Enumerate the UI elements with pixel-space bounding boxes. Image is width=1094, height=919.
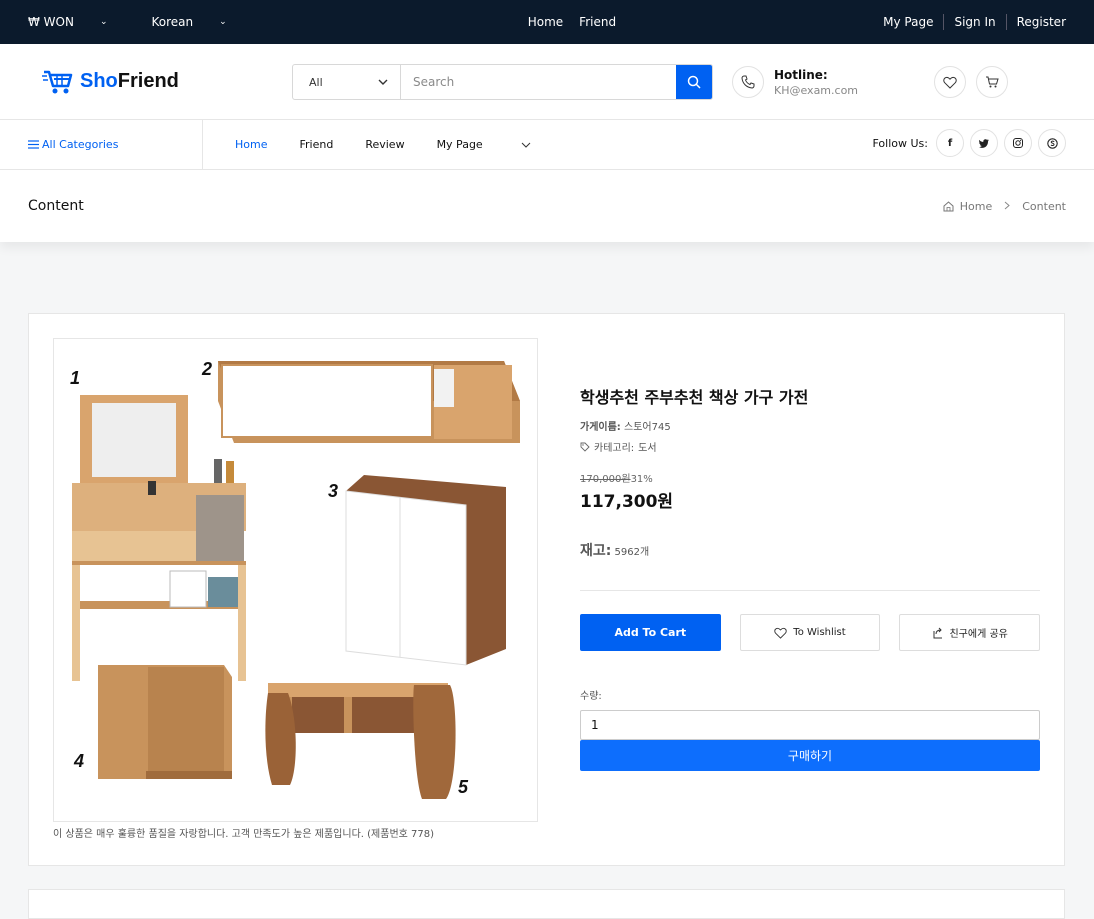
instagram-icon[interactable]: [1004, 129, 1032, 157]
top-link-home[interactable]: Home: [528, 15, 563, 29]
logo-text-part2: Friend: [117, 69, 179, 92]
nav-link-home[interactable]: Home: [235, 138, 267, 151]
divider: [580, 590, 1040, 591]
chevron-down-icon: ⌄: [99, 17, 108, 27]
skype-icon[interactable]: [1038, 129, 1066, 157]
search-button[interactable]: [676, 65, 712, 99]
cart-logo-icon: [42, 70, 73, 94]
search-category-label: All: [309, 75, 323, 89]
share-label: 친구에게 공유: [949, 629, 1008, 640]
top-bar: ₩ WON ⌄ Korean ⌄ Home Friend My Page Sign …: [0, 0, 1094, 44]
heart-icon: [774, 627, 787, 639]
all-categories-label: All Categories: [42, 138, 119, 151]
chevron-down-icon: [521, 142, 531, 148]
image-label-5: 5: [458, 777, 469, 797]
quantity-input[interactable]: 1: [580, 710, 1040, 740]
register-link[interactable]: Register: [1005, 14, 1066, 30]
stock-info: 재고: 5962개: [580, 540, 1040, 560]
heart-icon: [943, 76, 957, 89]
page-title: Content: [28, 198, 84, 214]
stock-value: 5962개: [614, 547, 650, 558]
logo-text-part1: Sho: [80, 69, 118, 92]
nav-link-friend[interactable]: Friend: [299, 138, 333, 151]
next-section-panel: [28, 889, 1065, 919]
nav-my-page-label: My Page: [436, 138, 483, 151]
search-icon: [687, 75, 701, 89]
image-label-3: 3: [328, 481, 338, 501]
category-label: 카테고리:: [594, 443, 635, 454]
store-info: 가게이름: 스토어745: [580, 418, 1040, 433]
store-value[interactable]: 스토어745: [624, 422, 671, 433]
image-label-4: 4: [73, 751, 84, 771]
twitter-icon[interactable]: [970, 129, 998, 157]
hotline-label: Hotline:: [774, 67, 828, 82]
chevron-down-icon: [378, 79, 388, 85]
hotline-value: KH@exam.com: [774, 83, 859, 97]
product-info: 학생추천 주부추천 책상 가구 가전 가게이름: 스토어745 카테고리: 도서…: [580, 384, 1040, 771]
breadcrumb-current: Content: [1022, 199, 1066, 213]
cart-icon: [986, 76, 999, 88]
all-categories-button[interactable]: All Categories: [0, 120, 203, 169]
follow-us-label: Follow Us:: [872, 136, 929, 150]
quantity-label: 수량:: [580, 691, 602, 702]
nav-link-my-page[interactable]: My Page: [437, 138, 531, 151]
add-to-wishlist-button[interactable]: To Wishlist: [739, 614, 881, 651]
stock-label: 재고:: [580, 543, 612, 559]
facebook-icon[interactable]: f: [936, 129, 964, 157]
language-selector[interactable]: Korean ⌄: [152, 15, 249, 29]
cart-button[interactable]: [976, 66, 1008, 98]
image-label-2: 2: [201, 359, 212, 379]
category-value[interactable]: 도서: [638, 439, 656, 454]
add-to-cart-button[interactable]: Add To Cart: [580, 614, 721, 651]
site-header: ShoFriend All Hotline: KH@exam.com: [0, 44, 1094, 120]
breadcrumb: Home Content: [943, 200, 1066, 213]
hotline: Hotline: KH@exam.com: [732, 66, 858, 98]
buy-button[interactable]: 구매하기: [580, 740, 1040, 771]
page-header: Content Home Content: [0, 170, 1094, 242]
product-image[interactable]: 1 2 3 4 5: [53, 338, 538, 822]
nav-link-review[interactable]: Review: [365, 138, 404, 151]
chevron-right-icon: [1004, 200, 1011, 213]
product-panel: 1 2 3 4 5 이 상품은 매우 훌륭한 품질을 자랑합니다. 고객 만족도…: [28, 313, 1065, 866]
wishlist-label: To Wishlist: [793, 627, 846, 638]
chevron-down-icon: ⌄: [219, 17, 227, 27]
product-description: 이 상품은 매우 훌륭한 품질을 자랑합니다. 고객 만족도가 높은 제품입니다…: [53, 829, 435, 840]
share-button[interactable]: 친구에게 공유: [899, 614, 1040, 651]
search-bar: All: [292, 64, 713, 100]
follow-us: Follow Us: f: [872, 129, 1066, 157]
main-nav: All Categories Home Friend Review My Pag…: [0, 120, 1094, 170]
currency-selector[interactable]: ₩ WON ⌄: [28, 15, 130, 29]
wishlist-button[interactable]: [934, 66, 966, 98]
home-icon: [943, 200, 954, 211]
menu-icon: [28, 140, 39, 149]
breadcrumb-home[interactable]: Home: [960, 200, 992, 213]
my-page-link[interactable]: My Page: [873, 14, 943, 30]
tag-icon: [580, 442, 590, 452]
sign-in-link[interactable]: Sign In: [943, 14, 1005, 30]
product-name: 학생추천 주부추천 책상 가구 가전: [580, 388, 809, 407]
phone-icon: [732, 66, 764, 98]
category-info: 카테고리: 도서: [580, 439, 1040, 454]
search-input[interactable]: [401, 65, 676, 99]
store-label: 가게이름:: [580, 422, 621, 433]
share-icon: [933, 627, 943, 638]
language-label: Korean: [151, 15, 194, 29]
discount-rate: 31%: [630, 474, 653, 485]
image-label-1: 1: [70, 368, 80, 388]
top-link-friend[interactable]: Friend: [579, 15, 616, 29]
header-actions: [934, 66, 1008, 98]
old-price: 170,000원: [580, 474, 631, 485]
currency-label: ₩ WON: [28, 15, 74, 29]
sale-price: 117,300원: [580, 492, 674, 512]
logo[interactable]: ShoFriend: [42, 66, 179, 96]
original-price: 170,000원31%: [580, 470, 1040, 485]
search-category-select[interactable]: All: [293, 65, 401, 99]
